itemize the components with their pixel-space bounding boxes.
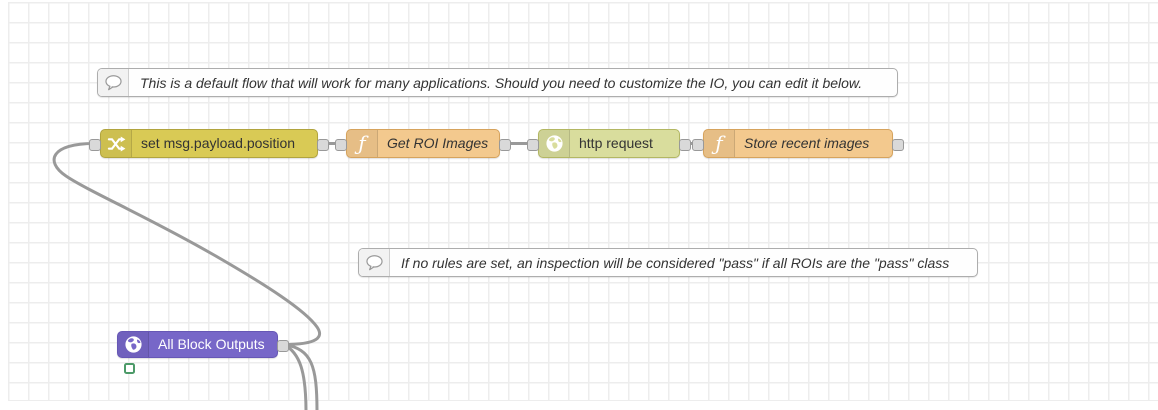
comment-node-default-flow[interactable]: This is a default flow that will work fo… — [97, 68, 898, 97]
node-set-msg-payload-position[interactable]: set msg.payload.position — [100, 129, 318, 158]
wire-abo-to-change-loop[interactable] — [54, 144, 319, 345]
comment-text: This is a default flow that will work fo… — [129, 75, 874, 91]
node-label: Store recent images — [735, 130, 879, 157]
output-port[interactable] — [892, 139, 904, 151]
input-port[interactable] — [527, 139, 539, 151]
node-label: Get ROI Images — [378, 130, 498, 157]
wire-abo-down-2[interactable] — [284, 345, 306, 410]
node-label: set msg.payload.position — [132, 130, 305, 157]
speech-bubble-icon — [98, 69, 129, 96]
node-store-recent-images[interactable]: ƒ Store recent images — [703, 129, 893, 158]
output-port[interactable] — [317, 139, 329, 151]
node-label: http request — [570, 130, 663, 157]
output-port[interactable] — [499, 139, 511, 151]
input-port[interactable] — [692, 139, 704, 151]
output-port[interactable] — [277, 340, 289, 352]
node-label: All Block Outputs — [149, 332, 275, 357]
globe-icon — [118, 332, 149, 357]
shuffle-icon — [101, 130, 132, 157]
input-port[interactable] — [89, 139, 101, 151]
node-status-ring — [124, 363, 135, 374]
wire-abo-down-1[interactable] — [284, 345, 317, 410]
flow-canvas[interactable]: This is a default flow that will work fo… — [0, 0, 1158, 410]
node-http-request[interactable]: http request — [538, 129, 680, 158]
input-port[interactable] — [335, 139, 347, 151]
output-port[interactable] — [679, 139, 691, 151]
comment-node-pass-rules[interactable]: If no rules are set, an inspection will … — [358, 248, 978, 277]
function-icon: ƒ — [347, 130, 378, 157]
comment-text: If no rules are set, an inspection will … — [390, 255, 961, 271]
node-get-roi-images[interactable]: ƒ Get ROI Images — [346, 129, 500, 158]
node-all-block-outputs[interactable]: All Block Outputs — [117, 331, 278, 358]
speech-bubble-icon — [359, 249, 390, 276]
function-icon: ƒ — [704, 130, 735, 157]
globe-icon — [539, 130, 570, 157]
